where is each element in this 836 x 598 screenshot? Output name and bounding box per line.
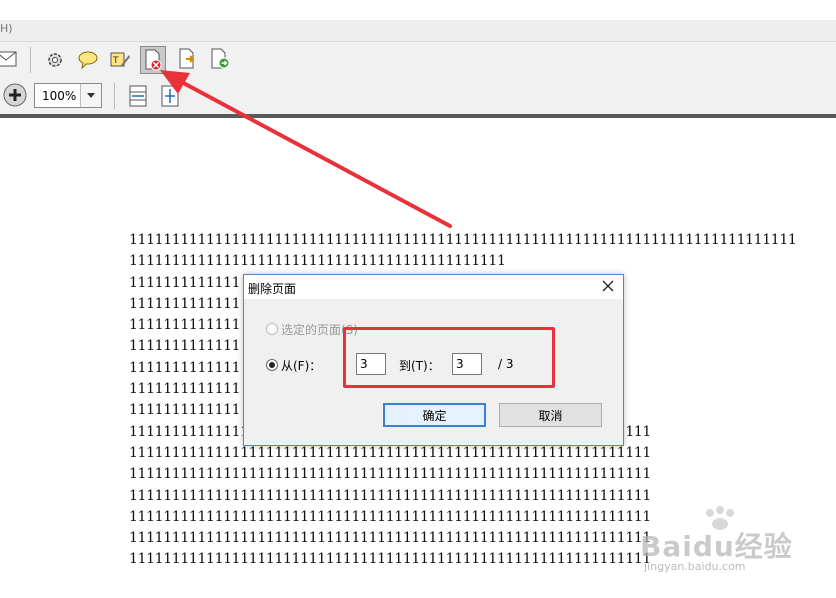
watermark-main: Baidu经验 (640, 530, 793, 563)
watermark-sub: jingyan.baidu.com (644, 560, 746, 573)
baidu-watermark: Baidu经验 jingyan.baidu.com (640, 505, 815, 585)
